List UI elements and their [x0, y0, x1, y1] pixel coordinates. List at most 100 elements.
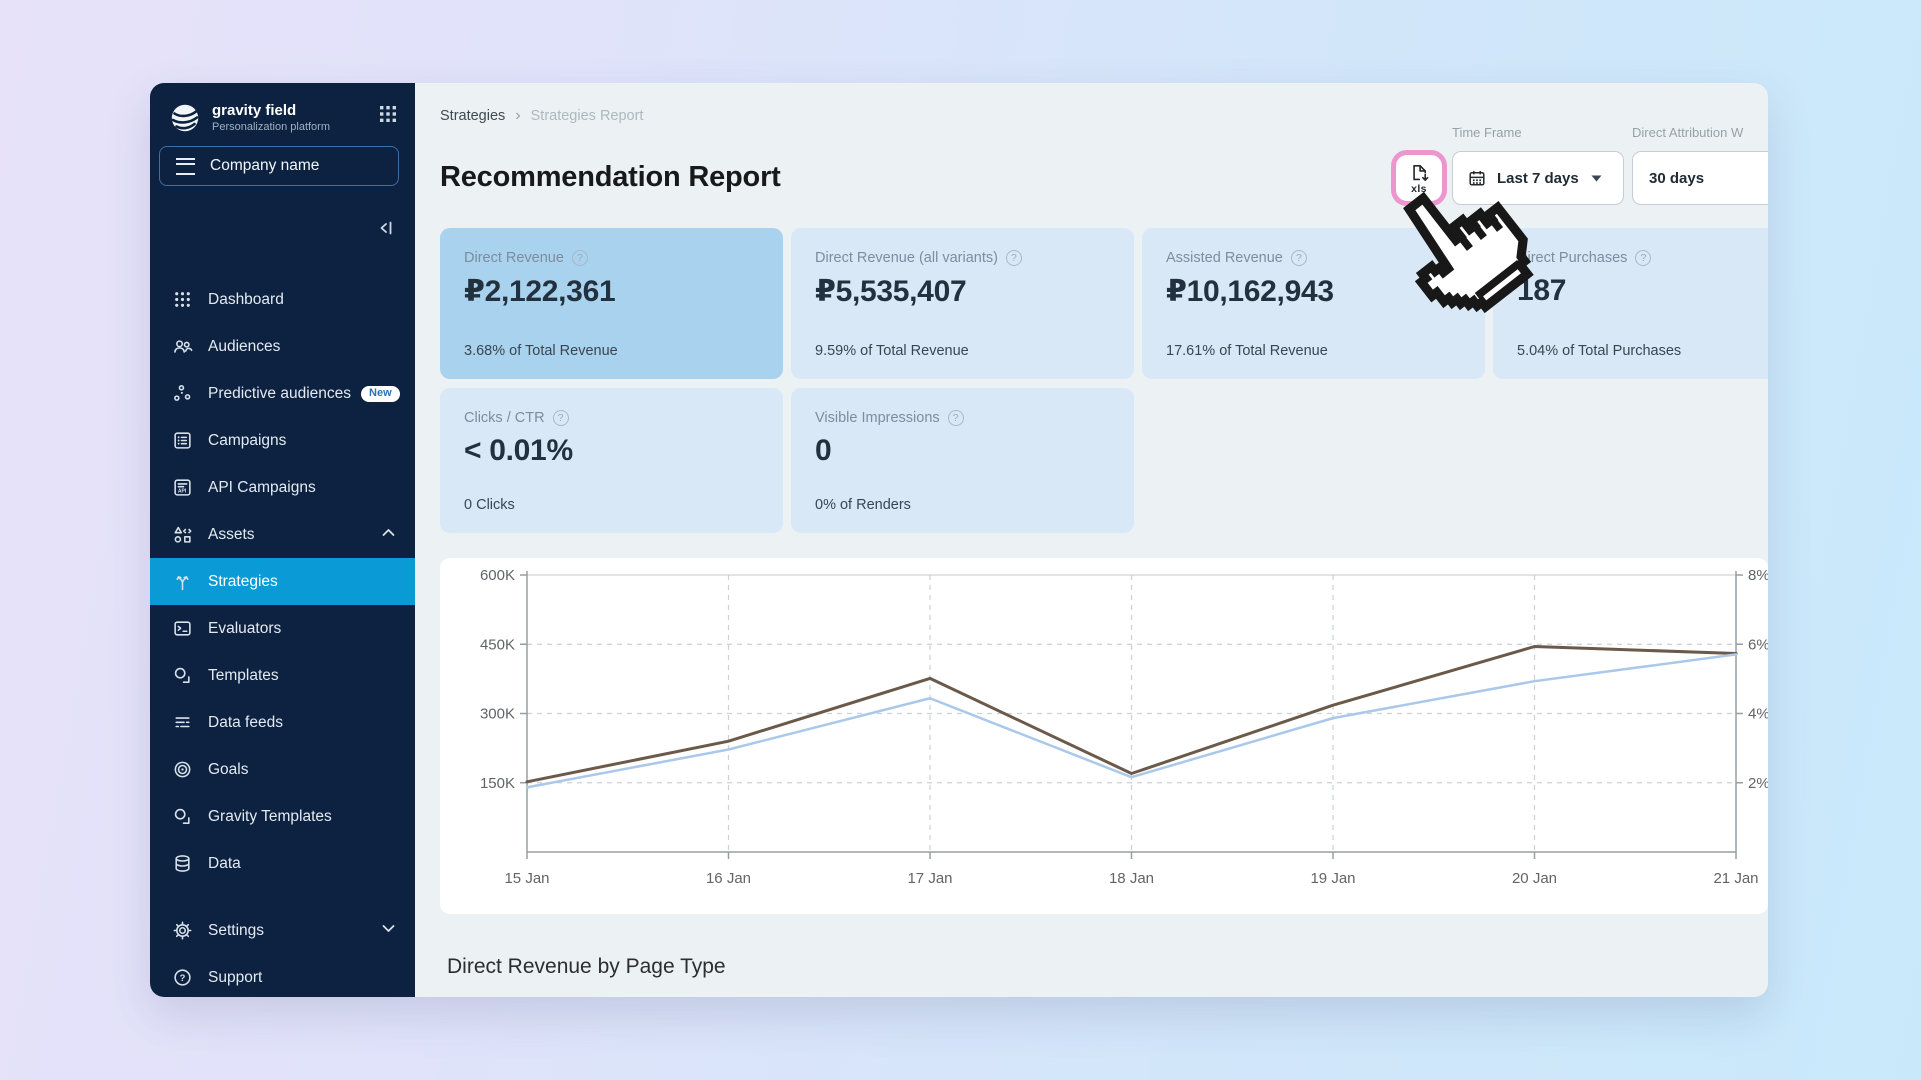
copies-icon [172, 806, 193, 827]
sidebar-item-dashboard[interactable]: Dashboard [150, 276, 415, 323]
sidebar-collapse-button[interactable] [375, 218, 395, 238]
breadcrumb-strategies-report: Strategies Report [530, 108, 644, 124]
metric-value: ₽5,535,407 [815, 275, 967, 308]
help-icon[interactable]: ? [571, 250, 588, 266]
metric-card-direct-revenue[interactable]: Direct Revenue? ₽2,122,361 3.68% of Total … [440, 228, 783, 379]
svg-text:300K: 300K [480, 706, 515, 723]
sidebar-item-settings[interactable]: Settings [150, 907, 415, 954]
svg-text:21 Jan: 21 Jan [1713, 870, 1758, 887]
main-content: Strategies › Strategies Report Recommend… [415, 83, 1768, 997]
help-circle-icon: ? [172, 967, 193, 988]
metric-value: < 0.01% [464, 434, 573, 467]
svg-text:API: API [178, 489, 187, 495]
metric-card-assisted-revenue[interactable]: Assisted Revenue? ₽10,162,943 17.61% of To… [1142, 228, 1485, 379]
sidebar-menu: Dashboard Audiences Predictive audiences Ne… [150, 276, 415, 887]
metric-value: 187 [1517, 274, 1567, 307]
sidebar-item-predictive-audiences[interactable]: Predictive audiences New [150, 370, 415, 417]
sidebar-item-label: Support [208, 968, 263, 986]
svg-text:?: ? [180, 973, 186, 984]
help-icon[interactable]: ? [1005, 250, 1022, 266]
sidebar-item-label: Campaigns [208, 431, 287, 449]
sidebar-item-api-campaigns[interactable]: API API Campaigns [150, 464, 415, 511]
chevron-up-icon [382, 529, 395, 536]
help-icon[interactable]: ? [947, 410, 964, 426]
sidebar-item-label: Dashboard [208, 290, 284, 308]
metric-subtext: 3.68% of Total Revenue [464, 343, 618, 359]
company-selector[interactable]: Company name [159, 146, 399, 186]
metric-label: Visible Impressions [815, 410, 940, 426]
attribution-window-input[interactable]: 30 days [1632, 151, 1768, 205]
sidebar-item-campaigns[interactable]: Campaigns [150, 417, 415, 464]
breadcrumb-strategies[interactable]: Strategies [440, 108, 505, 124]
feed-lines-icon [172, 712, 193, 733]
time-frame-value: Last 7 days [1497, 169, 1579, 187]
brand-tagline: Personalization platform [212, 121, 331, 134]
sidebar-item-label: Evaluators [208, 619, 282, 637]
page-title: Recommendation Report [440, 161, 781, 193]
desktop-background: gravity field Personalization platform C… [0, 0, 1921, 1080]
app-window: gravity field Personalization platform C… [150, 83, 1768, 997]
menu-icon [176, 157, 195, 175]
help-icon[interactable]: ? [1635, 250, 1652, 266]
section-title: Direct Revenue by Page Type [447, 955, 726, 978]
sidebar-item-label: Settings [208, 921, 265, 939]
sidebar-footer-menu: Settings? Support [150, 907, 415, 997]
help-icon[interactable]: ? [1290, 250, 1307, 266]
metric-cards-row-1: Direct Revenue? ₽2,122,361 3.68% of Total … [440, 228, 1768, 379]
grid-dots-icon [172, 289, 193, 310]
metric-subtext: 9.59% of Total Revenue [815, 343, 969, 359]
target-icon [172, 759, 193, 780]
sidebar-item-data[interactable]: Data [150, 840, 415, 887]
metric-label: Clicks / CTR [464, 410, 545, 426]
sidebar-item-data-feeds[interactable]: Data feeds [150, 699, 415, 746]
metric-card-clicks-ctr[interactable]: Clicks / CTR? < 0.01% 0 Clicks [440, 388, 783, 533]
metric-value: ₽2,122,361 [464, 275, 616, 308]
svg-text:8%: 8% [1748, 567, 1768, 584]
nodes-icon [172, 383, 193, 404]
copies-icon [172, 665, 193, 686]
breadcrumb-separator-icon: › [515, 107, 521, 124]
breadcrumb: Strategies › Strategies Report [440, 107, 643, 125]
company-name-label: Company name [210, 157, 320, 174]
metric-card-direct-revenue-all-variants-[interactable]: Direct Revenue (all variants)? ₽5,535,407… [791, 228, 1134, 379]
help-icon[interactable]: ? [552, 410, 569, 426]
sidebar-item-audiences[interactable]: Audiences [150, 323, 415, 370]
svg-text:16 Jan: 16 Jan [706, 870, 751, 887]
sidebar-item-gravity-templates[interactable]: Gravity Templates [150, 793, 415, 840]
svg-text:6%: 6% [1748, 636, 1768, 653]
sidebar-item-strategies[interactable]: Strategies [150, 558, 415, 605]
people-icon [172, 336, 193, 357]
svg-text:600K: 600K [480, 567, 515, 584]
api-card-icon: API [172, 477, 193, 498]
sidebar-item-label: Templates [208, 666, 279, 684]
sidebar-item-label: Goals [208, 760, 249, 778]
metric-label: Direct Revenue (all variants) [815, 250, 998, 266]
new-badge: New [361, 385, 400, 402]
metric-label: Direct Revenue [464, 250, 564, 266]
svg-text:20 Jan: 20 Jan [1512, 870, 1557, 887]
svg-text:19 Jan: 19 Jan [1310, 870, 1355, 887]
metric-label: Direct Purchases [1517, 250, 1628, 266]
time-frame-dropdown[interactable]: Last 7 days [1452, 151, 1624, 205]
metric-value: 0 [815, 434, 832, 467]
metric-cards-row-2: Clicks / CTR? < 0.01% 0 Clicks Visible Impr… [440, 388, 1134, 533]
sidebar-item-templates[interactable]: Templates [150, 652, 415, 699]
metric-card-direct-purchases[interactable]: Direct Purchases? 187 5.04% of Total Purch… [1493, 228, 1768, 379]
svg-text:4%: 4% [1748, 706, 1768, 723]
sidebar-item-assets[interactable]: Assets [150, 511, 415, 558]
sidebar-item-goals[interactable]: Goals [150, 746, 415, 793]
metric-label: Assisted Revenue [1166, 250, 1283, 266]
sidebar-item-evaluators[interactable]: Evaluators [150, 605, 415, 652]
split-arrow-icon [172, 571, 193, 592]
revenue-chart-card: 600K 450K 300K 150K 8% 6% 4% 2% 15 Jan 16 Jan 17 J… [440, 558, 1768, 914]
sidebar-item-label: Audiences [208, 337, 281, 355]
metric-card-visible-impressions[interactable]: Visible Impressions? 0 0% of Renders [791, 388, 1134, 533]
apps-grid-icon[interactable] [377, 103, 399, 125]
svg-text:18 Jan: 18 Jan [1109, 870, 1154, 887]
calendar-icon [1469, 171, 1485, 186]
list-card-icon [172, 430, 193, 451]
time-frame-label: Time Frame [1452, 125, 1522, 140]
sidebar-item-support[interactable]: ? Support [150, 954, 415, 997]
export-xls-button[interactable]: xls [1391, 150, 1447, 206]
sidebar: gravity field Personalization platform C… [150, 83, 415, 997]
